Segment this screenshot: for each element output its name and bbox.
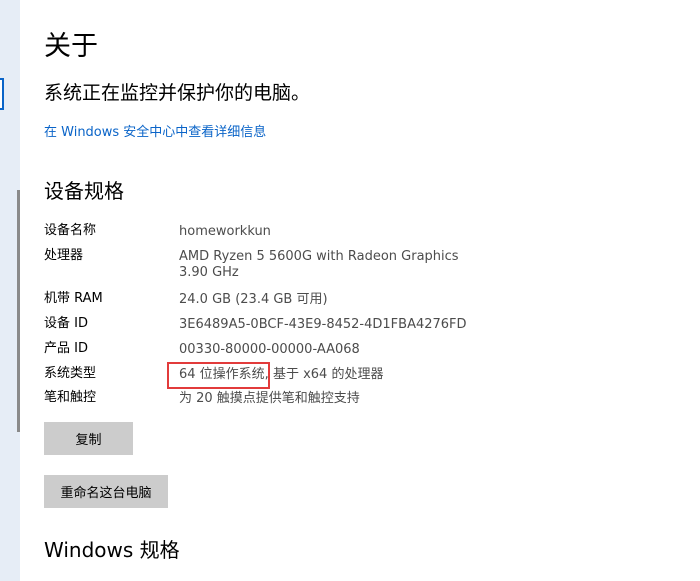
processor-speed: 3.90 GHz: [179, 265, 239, 280]
scrollbar-thumb[interactable]: [17, 190, 20, 432]
security-center-link[interactable]: 在 Windows 安全中心中查看详细信息: [44, 123, 266, 143]
copy-button[interactable]: 复制: [44, 422, 133, 455]
rename-pc-button[interactable]: 重命名这台电脑: [44, 475, 168, 508]
system-type-highlight-box: [167, 362, 270, 389]
spec-value-device-id: 3E6489A5-0BCF-43E9-8452-4D1FBA4276FD: [179, 317, 467, 332]
windows-specs-heading: Windows 规格: [44, 538, 180, 562]
spec-label-system-type: 系统类型: [44, 366, 97, 381]
processor-name: AMD Ryzen 5 5600G with Radeon Graphics: [179, 249, 459, 264]
spec-label-pen-touch: 笔和触控: [44, 390, 97, 405]
nav-selection-indicator[interactable]: [0, 78, 4, 110]
spec-label-device-id: 设备 ID: [44, 316, 88, 331]
spec-value-processor: AMD Ryzen 5 5600G with Radeon Graphics 3…: [179, 249, 459, 281]
spec-label-product-id: 产品 ID: [44, 341, 88, 356]
spec-value-device-name: homeworkkun: [179, 224, 271, 239]
spec-value-product-id: 00330-80000-00000-AA068: [179, 342, 360, 357]
page-title: 关于: [44, 31, 98, 62]
spec-label-ram: 机带 RAM: [44, 291, 103, 306]
spec-value-ram: 24.0 GB (23.4 GB 可用): [179, 292, 328, 307]
spec-label-device-name: 设备名称: [44, 223, 97, 238]
spec-value-pen-touch: 为 20 触摸点提供笔和触控支持: [179, 391, 360, 406]
spec-label-processor: 处理器: [44, 248, 84, 263]
device-specs-heading: 设备规格: [44, 179, 124, 203]
protection-status-text: 系统正在监控并保护你的电脑。: [44, 82, 311, 104]
about-page: 关于 系统正在监控并保护你的电脑。 在 Windows 安全中心中查看详细信息 …: [0, 0, 700, 581]
